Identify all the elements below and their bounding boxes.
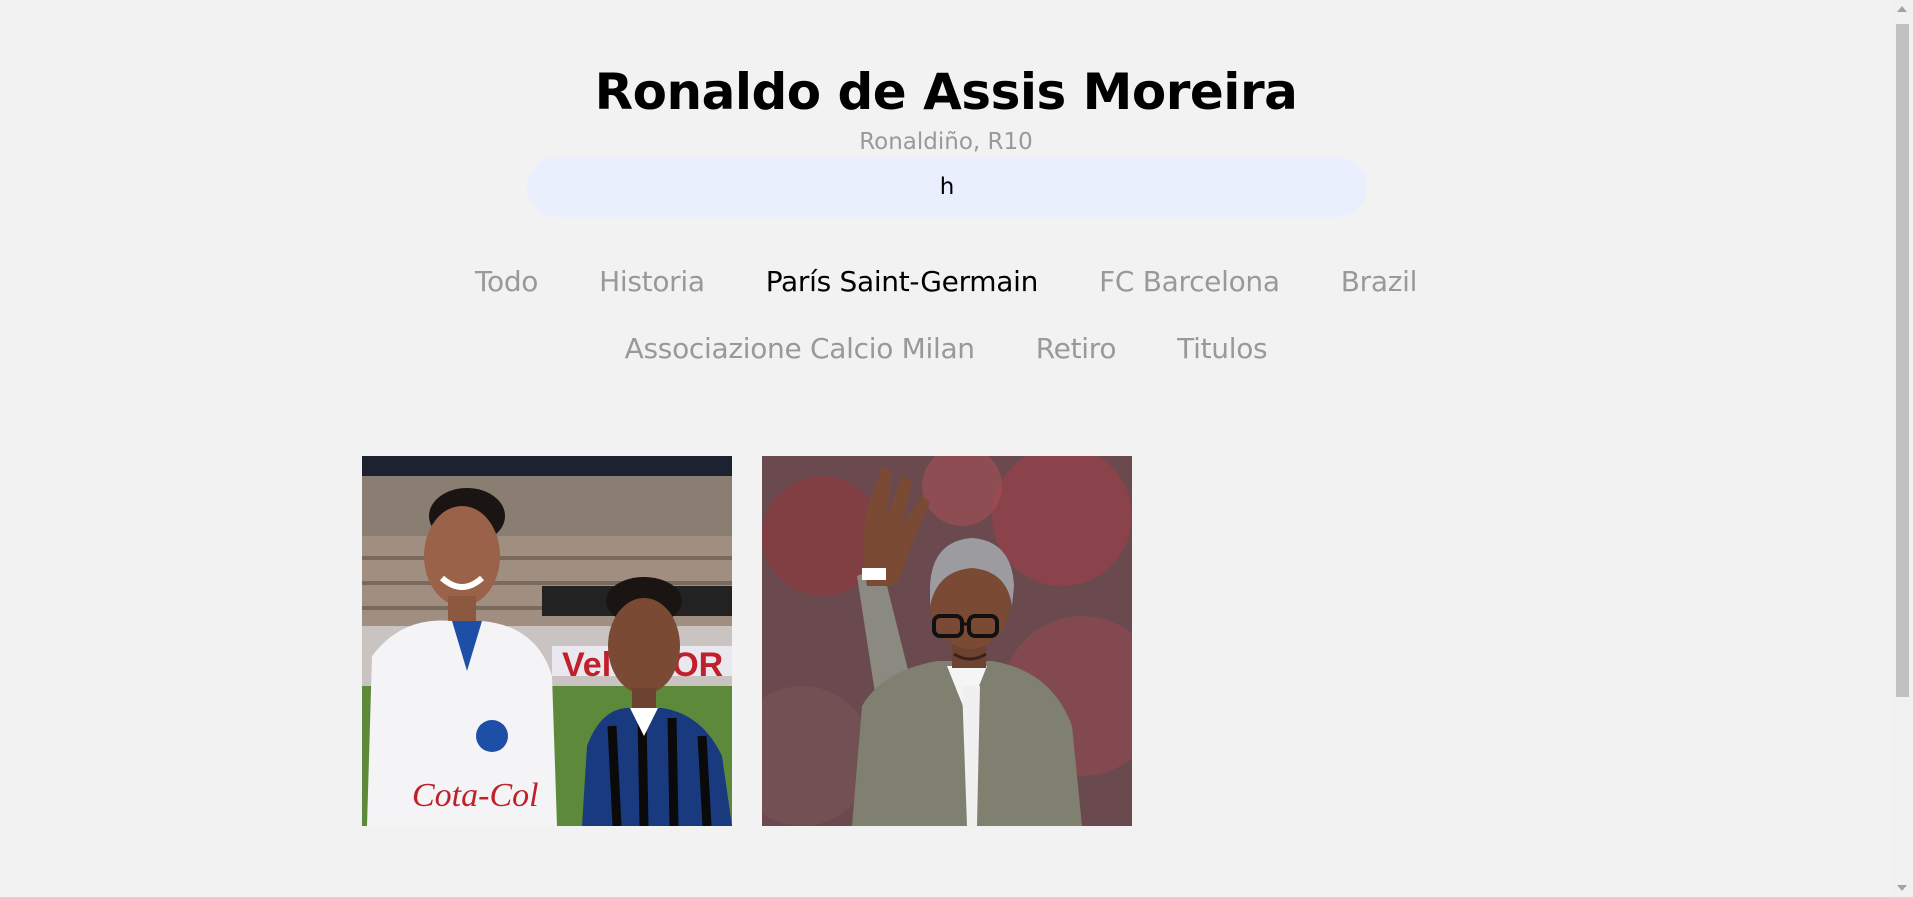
filter-row-2: Associazione Calcio Milan Retiro Titulos — [0, 329, 1892, 369]
photo-waving-man — [762, 456, 1132, 826]
filter-paris-saint-germain[interactable]: París Saint-Germain — [766, 262, 1039, 302]
page-title: Ronaldo de Assis Moreira — [594, 63, 1298, 121]
filter-todo[interactable]: Todo — [475, 262, 538, 302]
scroll-up-icon[interactable] — [1897, 6, 1907, 12]
filter-retiro[interactable]: Retiro — [1036, 329, 1117, 369]
svg-text:Cota-Col: Cota-Col — [412, 777, 539, 814]
filter-row-1: Todo Historia París Saint-Germain FC Bar… — [0, 262, 1892, 302]
page-subtitle: Ronaldiño, R10 — [859, 129, 1033, 155]
filter-historia[interactable]: Historia — [599, 262, 705, 302]
photo-young-players: Vel AMOR Cota-Col — [362, 456, 732, 826]
scrollbar[interactable] — [1892, 0, 1913, 897]
filter-fc-barcelona[interactable]: FC Barcelona — [1099, 262, 1280, 302]
gallery-card[interactable] — [762, 456, 1132, 826]
filter-titulos[interactable]: Titulos — [1177, 329, 1267, 369]
filter-ac-milan[interactable]: Associazione Calcio Milan — [625, 329, 975, 369]
scroll-thumb[interactable] — [1896, 24, 1909, 697]
search-input[interactable] — [527, 157, 1367, 217]
gallery-card[interactable]: Vel AMOR Cota-Col — [362, 456, 732, 826]
filter-brazil[interactable]: Brazil — [1341, 262, 1418, 302]
scroll-down-icon[interactable] — [1897, 885, 1907, 891]
